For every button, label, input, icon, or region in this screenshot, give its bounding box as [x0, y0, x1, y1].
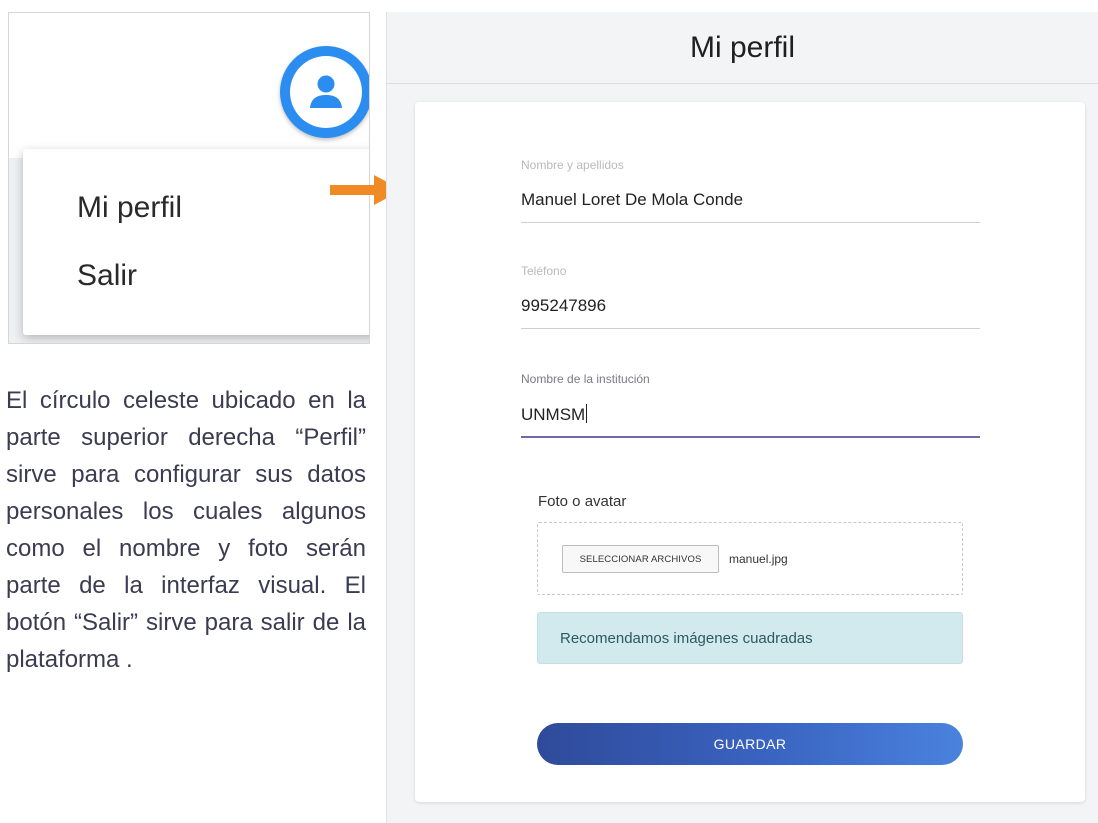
phone-field-value[interactable]: 995247896: [521, 296, 980, 318]
menu-item-mi-perfil[interactable]: Mi perfil: [77, 191, 182, 225]
phone-field-label: Teléfono: [521, 264, 567, 278]
save-button[interactable]: GUARDAR: [537, 723, 963, 765]
institution-field-underline: [521, 436, 980, 438]
description-text: El círculo celeste ubicado en la parte s…: [6, 387, 366, 673]
file-dropzone[interactable]: SELECCIONAR ARCHIVOS manuel.jpg: [537, 522, 963, 595]
select-files-button[interactable]: SELECCIONAR ARCHIVOS: [562, 545, 719, 573]
profile-form-card: Nombre y apellidos Manuel Loret De Mola …: [415, 102, 1085, 802]
name-field-label: Nombre y apellidos: [521, 158, 624, 172]
name-field[interactable]: Nombre y apellidos Manuel Loret De Mola …: [521, 158, 980, 223]
institution-field[interactable]: Nombre de la institución UNMSM: [521, 372, 980, 438]
text-caret: [586, 404, 588, 423]
phone-field[interactable]: Teléfono 995247896: [521, 264, 980, 329]
name-field-value[interactable]: Manuel Loret De Mola Conde: [521, 190, 980, 212]
photo-avatar-label: Foto o avatar: [538, 493, 627, 510]
institution-field-label: Nombre de la institución: [521, 372, 650, 386]
institution-field-value-wrap[interactable]: UNMSM: [521, 404, 980, 426]
phone-field-underline: [521, 328, 980, 329]
selected-file-name: manuel.jpg: [729, 552, 788, 566]
user-avatar-icon: [290, 56, 362, 128]
institution-field-value: UNMSM: [521, 405, 586, 424]
profile-avatar-button[interactable]: [280, 46, 369, 138]
menu-item-salir[interactable]: Salir: [77, 259, 137, 293]
info-alert: Recomendamos imágenes cuadradas: [537, 612, 963, 664]
name-field-underline: [521, 222, 980, 223]
page-title: Mi perfil: [387, 12, 1098, 84]
profile-panel: Mi perfil Nombre y apellidos Manuel Lore…: [386, 12, 1098, 823]
account-dropdown-menu: Mi perfil Salir: [23, 149, 369, 335]
account-menu-screenshot: Mi perfil Salir: [8, 12, 370, 344]
